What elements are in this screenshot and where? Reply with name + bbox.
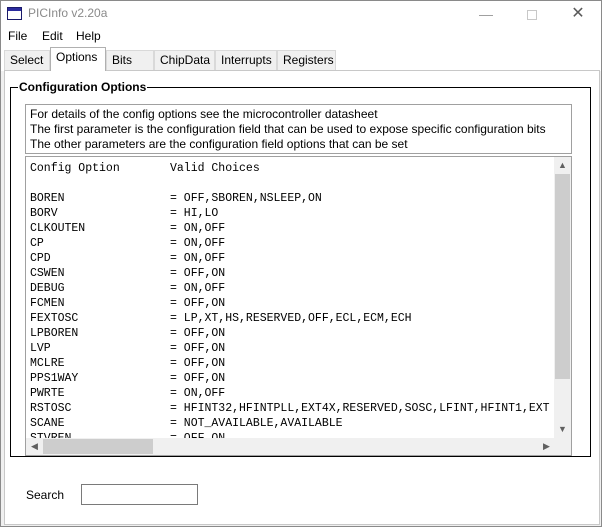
config-option-name: LVP [30,342,51,355]
config-option-choices: = OFF,SBOREN,NSLEEP,ON [170,192,322,205]
config-option-name: LPBOREN [30,327,79,340]
list-item[interactable]: BOREN = OFF,SBOREN,NSLEEP,ON [29,191,569,206]
list-item[interactable]: RSTOSC = HFINT32,HFINTPLL,EXT4X,RESERVED,… [29,401,569,416]
config-option-name: MCLRE [30,357,65,370]
list-item[interactable]: SCANE = NOT_AVAILABLE,AVAILABLE [29,416,569,431]
config-option-name: CPD [30,252,51,265]
list-header: Config Option Valid Choices [29,161,569,176]
menu-file[interactable]: File [8,29,27,43]
options-panel: Configuration Options For details of the… [4,70,600,525]
config-option-choices: = OFF,ON [170,327,226,340]
config-option-choices: = ON,OFF [170,222,226,235]
info-text-box[interactable]: For details of the config options see th… [25,104,572,154]
scroll-down-arrow-icon[interactable]: ▼ [554,421,571,438]
list-item[interactable]: FEXTOSC = LP,XT,HS,RESERVED,OFF,ECL,ECM,E… [29,311,569,326]
list-item[interactable]: DEBUG = ON,OFF [29,281,569,296]
config-option-choices: = ON,OFF [170,282,226,295]
info-line: The other parameters are the configurati… [30,137,408,151]
config-option-name: BOREN [30,192,65,205]
config-option-choices: = OFF,ON [170,267,226,280]
menu-bar: File Edit Help [1,27,601,47]
title-bar[interactable]: PICInfo v2.20a — ✕ [1,1,601,27]
list-item[interactable]: CP = ON,OFF [29,236,569,251]
config-option-name: FEXTOSC [30,312,79,325]
config-option-choices: = ON,OFF [170,237,226,250]
config-option-choices: = NOT_AVAILABLE,AVAILABLE [170,417,343,430]
menu-help[interactable]: Help [76,29,101,43]
config-option-name: BORV [30,207,58,220]
config-option-choices: = LP,XT,HS,RESERVED,OFF,ECL,ECM,ECH [170,312,412,325]
config-option-choices: = ON,OFF [170,387,226,400]
scroll-left-arrow-icon[interactable]: ◀ [26,438,43,455]
window-title: PICInfo v2.20a [28,6,108,20]
config-option-name: CLKOUTEN [30,222,86,235]
list-item[interactable]: BORV = HI,LO [29,206,569,221]
config-option-choices: = OFF,ON [170,372,226,385]
config-option-name: CSWEN [30,267,65,280]
tab-select[interactable]: Select [4,50,50,70]
close-button[interactable]: ✕ [555,1,601,27]
tab-interrupts[interactable]: Interrupts [215,50,277,70]
tab-chipdata[interactable]: ChipData [154,50,215,70]
config-options-list[interactable]: Config Option Valid Choices BOREN = OFF,S… [25,156,572,456]
config-option-choices: = OFF,ON [170,342,226,355]
group-title: Configuration Options [18,80,148,94]
config-option-name: SCANE [30,417,65,430]
scroll-right-arrow-icon[interactable]: ▶ [538,438,555,455]
config-option-name: FCMEN [30,297,65,310]
maximize-icon [527,10,537,21]
config-option-choices: = OFF,ON [170,357,226,370]
tab-options[interactable]: Options [50,47,106,71]
menu-edit[interactable]: Edit [42,29,63,43]
config-option-choices: = HFINT32,HFINTPLL,EXT4X,RESERVED,SOSC,L… [170,402,550,415]
info-line: For details of the config options see th… [30,107,378,121]
config-option-name: CP [30,237,44,250]
header-config-option: Config Option [30,162,120,175]
vertical-scroll-thumb[interactable] [555,174,570,379]
list-item[interactable]: LPBOREN = OFF,ON [29,326,569,341]
config-options-content: Config Option Valid Choices BOREN = OFF,S… [29,161,569,455]
scrollbar-corner [554,438,571,455]
horizontal-scrollbar[interactable]: ◀ ▶ [26,438,555,455]
horizontal-scroll-thumb[interactable] [43,439,153,454]
search-label: Search [26,488,65,502]
config-option-choices: = ON,OFF [170,252,226,265]
config-option-choices: = HI,LO [170,207,219,220]
list-item[interactable]: CPD = ON,OFF [29,251,569,266]
tab-registers[interactable]: Registers [277,50,336,70]
config-option-name: PWRTE [30,387,65,400]
maximize-button[interactable] [509,1,555,27]
list-item[interactable]: PWRTE = ON,OFF [29,386,569,401]
config-option-name: RSTOSC [30,402,72,415]
config-option-choices: = OFF,ON [170,297,226,310]
list-item[interactable]: FCMEN = OFF,ON [29,296,569,311]
main-window: PICInfo v2.20a — ✕ File Edit Help Select… [0,0,602,527]
search-input[interactable] [81,484,198,505]
header-valid-choices: Valid Choices [170,162,260,175]
config-option-name: PPS1WAY [30,372,79,385]
vertical-scrollbar[interactable]: ▲ ▼ [554,157,571,438]
minimize-button[interactable]: — [463,1,509,27]
tab-strip: Select Options Bits ChipData Interrupts … [1,47,601,71]
list-item[interactable]: CSWEN = OFF,ON [29,266,569,281]
app-icon [7,7,22,20]
list-item[interactable]: PPS1WAY = OFF,ON [29,371,569,386]
list-item[interactable]: CLKOUTEN = ON,OFF [29,221,569,236]
tab-bits[interactable]: Bits [106,50,154,70]
info-line: The first parameter is the configuration… [30,122,546,136]
list-item[interactable]: LVP = OFF,ON [29,341,569,356]
config-option-name: DEBUG [30,282,65,295]
scroll-up-arrow-icon[interactable]: ▲ [554,157,571,174]
list-item[interactable]: MCLRE = OFF,ON [29,356,569,371]
